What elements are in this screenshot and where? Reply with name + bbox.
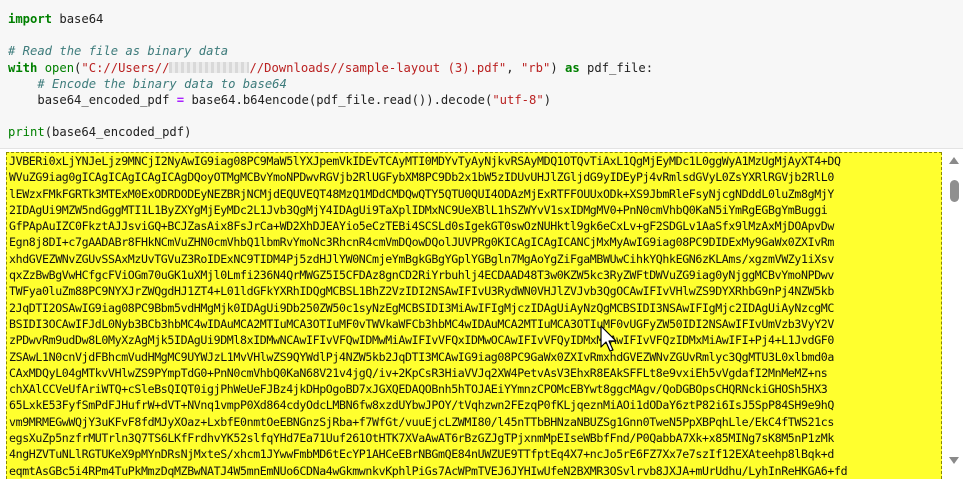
output-line: vm9MRMEGwWQjY3uKFvF8fdMJyXOaz+LxbfE0nmtO… (9, 414, 835, 429)
output-line: chXAlCCVeUfAriWTQ+cSleBsQIQT0igjPhWeUeFJ… (9, 382, 828, 397)
builtin-print: print (8, 125, 45, 140)
paren-close: ) (543, 92, 552, 107)
output-line: egsXuZp5nzfrMUTrln3Q7TS6LKfFrdhvYK52slfq… (9, 431, 835, 446)
output-line: GfPApAuIZC0FkztAJJsviGQ+BCJZasAix8FsJrCa… (9, 219, 835, 234)
output-line: BSIDI3OCAwIFJdL0Nyb3BCb3hbMC4wIDAuMCA2MT… (9, 316, 835, 331)
output-line: 2IDAgUi9MZW5ndGggMTI1L1ByZXYgMjEyMDc2L1J… (9, 202, 828, 217)
code-cell[interactable]: import base64 # Read the file as binary … (0, 0, 963, 149)
comment-read: # Read the file as binary data (8, 44, 229, 59)
comma: , (506, 60, 521, 75)
output-line: lEWzxFMkFGRTk3MTExM0ExODRDODEyNEZBRjNCMj… (9, 186, 835, 201)
print-args: (base64_encoded_pdf) (44, 125, 192, 140)
keyword-with: with (8, 60, 38, 75)
output-scrollbar[interactable] (946, 152, 963, 478)
comment-encode: # Encode the binary data to base64 (37, 76, 287, 91)
keyword-import: import (8, 12, 53, 26)
output-line: ZSAwL1N0cnVjdFBhcmVudHMgMC9UYWJzL1MvVHlw… (9, 349, 835, 364)
redacted-username (169, 61, 250, 73)
code-editor[interactable]: import base64 # Read the file as binary … (8, 11, 653, 141)
output-line: xhdGVEZWNvZGUvSSAxMzUvTGVuZ3RoIDExNC9TID… (9, 251, 835, 266)
output-line: CAxMDQyL04gMTkvVHlwZS9PYmpTdG0+PnN0cmVhb… (9, 365, 828, 380)
code-line-comment-encode[interactable]: # Encode the binary data to base64 (8, 76, 653, 92)
mode-string: "rb" (520, 60, 551, 75)
code-line-print[interactable]: print(base64_encoded_pdf) (8, 124, 653, 140)
code-line-comment-read[interactable]: # Read the file as binary data (8, 43, 653, 59)
code-line-assign[interactable]: base64_encoded_pdf = base64.b64encode(pd… (8, 92, 653, 108)
mouse-cursor-icon (600, 325, 617, 352)
output-line: WVuZG9iag0gICAgICAgICAgICAgDQoyOTMgMCBvY… (9, 170, 835, 185)
output-text[interactable]: JVBERi0xLjYNJeLjz9MNCjI2NyAwIG9iag08PC9M… (6, 152, 942, 479)
scroll-thumb[interactable] (950, 180, 959, 202)
code-line-import[interactable]: import base64 (8, 11, 653, 27)
code-line-blank[interactable] (8, 108, 653, 124)
code-line-with-open[interactable]: with open("C://Users////Downloads//sampl… (8, 60, 653, 76)
path-string-suffix: //Downloads//sample-layout (3).pdf" (249, 60, 507, 75)
module-name: base64 (52, 12, 104, 26)
builtin-open: open (37, 60, 75, 75)
encode-call: base64.b64encode(pdf_file.read()).decode… (184, 92, 493, 107)
code-line-blank[interactable] (8, 27, 653, 43)
output-line: zPDwvRm9udDw8L0MyXzAgMjk5IDAgUi9DMl8xIDM… (9, 333, 835, 348)
output-line: TWFya0luZm88PC9NYXJrZWQgdHJ1ZT4+L01ldGFk… (9, 284, 835, 299)
variable-encoded: base64_encoded_pdf (37, 92, 177, 107)
path-string-prefix: "C://Users// (81, 60, 170, 75)
output-line: JVBERi0xLjYNJeLjz9MNCjI2NyAwIG9iag08PC9M… (9, 154, 841, 168)
scroll-down-arrow-icon[interactable] (949, 457, 959, 464)
output-area: JVBERi0xLjYNJeLjz9MNCjI2NyAwIG9iag08PC9M… (0, 149, 963, 479)
output-line: qxZzBwBgVwHCfgcFViOGm70uGK1uXMjl0Lmfi236… (9, 268, 835, 283)
encoding-string: "utf-8" (492, 92, 544, 107)
variable-pdf-file: pdf_file: (579, 60, 654, 75)
output-line: eqmtAsGBc5i4RPm4TuPkMmzDqMZBwNATJ4W5mnEm… (9, 463, 848, 478)
output-line: 4ngHZVTuNLlRGTUKeX9pMYnDRsNjMxteS/xhcm1J… (9, 447, 835, 462)
keyword-as: as (565, 60, 580, 75)
output-line: Egn8j8DI+c7gAADABr8FHkNCmVuZHN0cmVhbQ1lb… (9, 235, 835, 250)
paren-close: ) (550, 60, 565, 75)
output-line: 65LxkE53FyfSmPdFJHufrW+dVT+NVnq1vmpP0Xd8… (9, 398, 835, 413)
scroll-up-arrow-icon[interactable] (949, 157, 959, 164)
output-line: 2JqDTI2OSAwIG9iag08PC9Bbm5vdHMgMjk0IDAgU… (9, 300, 835, 315)
